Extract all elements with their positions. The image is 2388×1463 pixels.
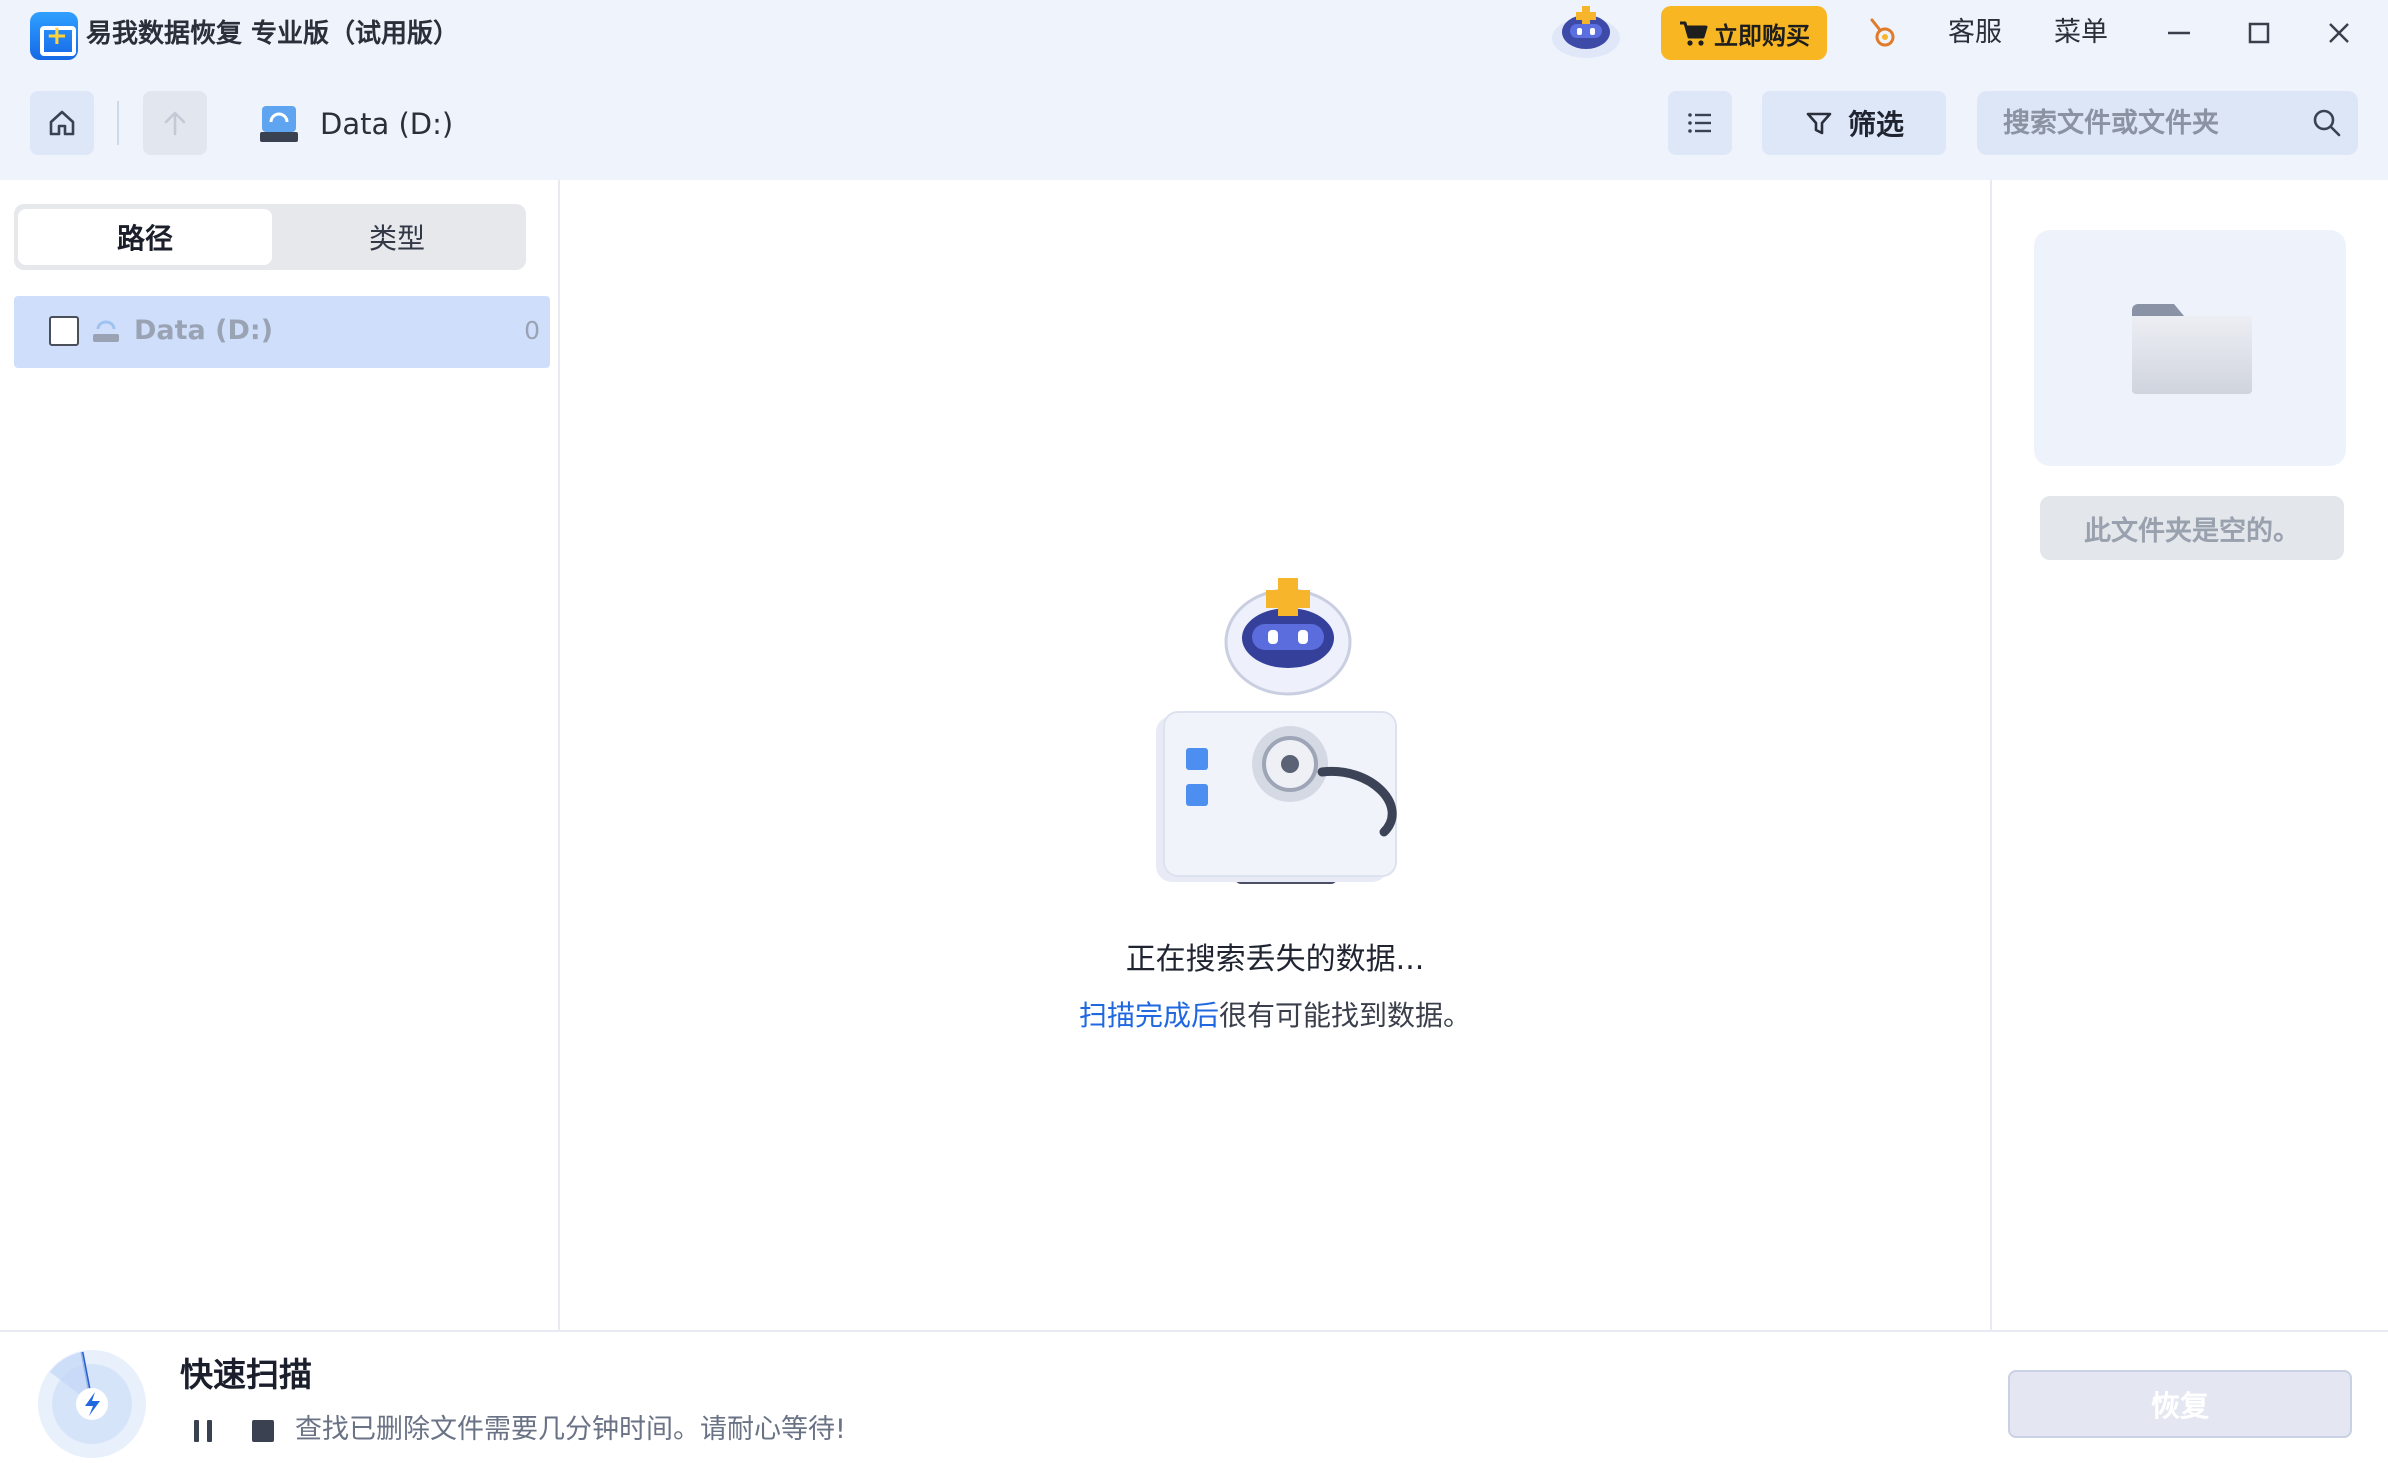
folder-icon bbox=[2132, 304, 2252, 394]
up-level-button[interactable] bbox=[143, 91, 207, 155]
filter-label: 筛选 bbox=[1847, 108, 1904, 141]
filter-icon bbox=[1806, 112, 1832, 135]
scan-mode-title: 快速扫描 bbox=[180, 1355, 312, 1394]
results-panel: 正在搜索丢失的数据... 扫描完成后很有可能找到数据。 bbox=[560, 180, 1990, 1330]
drive-icon bbox=[260, 106, 298, 142]
home-button[interactable] bbox=[30, 91, 94, 155]
tree-item-data-drive[interactable]: Data (D:) 0 bbox=[14, 296, 550, 368]
scan-status-rest: 很有可能找到数据。 bbox=[1219, 999, 1472, 1032]
buy-now-label: 立即购买 bbox=[1714, 21, 1810, 50]
header: 易我数据恢复 专业版（试用版） 立即购买 客服 菜单 bbox=[0, 0, 2388, 180]
pause-icon[interactable] bbox=[188, 1416, 218, 1446]
list-view-icon bbox=[1688, 113, 1711, 133]
scanning-mascot-illustration bbox=[1156, 578, 1397, 884]
empty-folder-message: 此文件夹是空的。 bbox=[2040, 496, 2344, 560]
toolbar-divider bbox=[117, 101, 119, 145]
search-box[interactable] bbox=[1977, 91, 2358, 155]
menu-button[interactable]: 菜单 bbox=[2054, 14, 2108, 52]
recover-button[interactable]: 恢复 bbox=[2008, 1370, 2352, 1438]
left-panel: 路径 类型 Data (D:) 0 bbox=[0, 180, 558, 1330]
scan-progress-icon bbox=[38, 1350, 146, 1458]
list-view-button[interactable] bbox=[1668, 91, 1732, 155]
support-button[interactable]: 客服 bbox=[1948, 14, 2002, 52]
search-input[interactable] bbox=[2003, 103, 2303, 143]
tab-type[interactable]: 类型 bbox=[270, 209, 524, 265]
buy-now-button[interactable]: 立即购买 bbox=[1661, 6, 1827, 60]
app-logo-icon bbox=[30, 12, 78, 60]
tab-path[interactable]: 路径 bbox=[18, 209, 272, 265]
drive-icon bbox=[93, 320, 119, 342]
view-mode-tabs: 路径 类型 bbox=[14, 204, 526, 270]
window-title: 易我数据恢复 专业版（试用版） bbox=[86, 19, 460, 49]
app-window: 易我数据恢复 专业版（试用版） 立即购买 客服 菜单 bbox=[0, 0, 2388, 1463]
stop-icon[interactable] bbox=[248, 1416, 278, 1446]
search-icon[interactable] bbox=[2311, 107, 2343, 139]
maximize-icon[interactable] bbox=[2240, 14, 2278, 52]
preview-thumbnail bbox=[2034, 230, 2346, 466]
scan-hint-text: 查找已删除文件需要几分钟时间。请耐心等待! bbox=[295, 1414, 846, 1445]
tree-item-checkbox[interactable] bbox=[49, 316, 79, 346]
tree-item-label: Data (D:) bbox=[134, 315, 274, 346]
gift-icon[interactable] bbox=[1866, 16, 1898, 50]
mascot-icon[interactable] bbox=[1540, 2, 1632, 60]
tree-item-count: 0 bbox=[524, 316, 540, 345]
scan-status-title: 正在搜索丢失的数据... bbox=[1125, 942, 1425, 977]
current-location: Data (D:) bbox=[320, 107, 454, 141]
minimize-icon[interactable] bbox=[2160, 14, 2198, 52]
scan-status-subtitle: 扫描完成后很有可能找到数据。 bbox=[560, 996, 1990, 1036]
preview-panel: 此文件夹是空的。 bbox=[1992, 180, 2388, 1330]
scan-complete-link[interactable]: 扫描完成后 bbox=[1079, 999, 1219, 1032]
scan-status-bar: 快速扫描 查找已删除文件需要几分钟时间。请耐心等待! 恢复 bbox=[0, 1330, 2388, 1463]
filter-button[interactable]: 筛选 bbox=[1762, 91, 1946, 155]
home-icon bbox=[49, 110, 75, 136]
cart-icon bbox=[1680, 21, 1708, 46]
close-icon[interactable] bbox=[2320, 14, 2358, 52]
up-arrow-icon bbox=[164, 111, 186, 136]
